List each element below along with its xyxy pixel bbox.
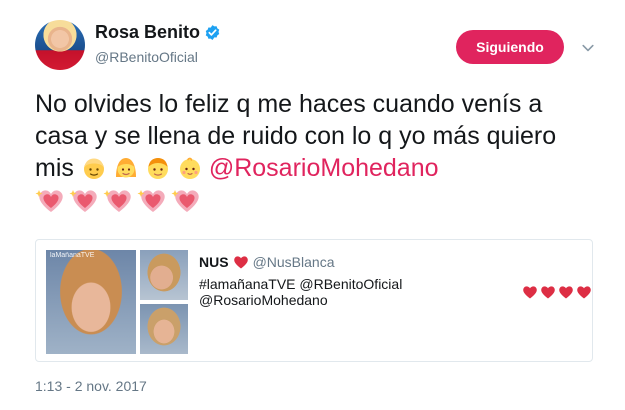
avatar[interactable] [35, 20, 85, 70]
author-handle[interactable]: @RBenitoOficial [95, 49, 198, 65]
baby-emoji [177, 155, 203, 181]
tweet-timestamp[interactable]: 1:13 - 2 nov. 2017 [35, 378, 147, 394]
red-heart-emoji [523, 286, 537, 299]
red-heart-emoji [559, 286, 573, 299]
sparkling-heart-emoji [171, 186, 203, 214]
photo-thumbnail[interactable] [140, 304, 188, 354]
tweet-card: Rosa Benito @RBenitoOficial Siguiendo No… [0, 0, 625, 410]
mention-link[interactable]: @RosarioMohedano [209, 154, 439, 182]
photo-watermark: laMañanaTVE [50, 252, 95, 259]
quoted-author-name[interactable]: NUS [199, 254, 229, 270]
blond-woman-emoji [113, 155, 139, 181]
chevron-down-icon[interactable] [578, 38, 598, 58]
sparkling-heart-emoji [35, 186, 67, 214]
red-heart-emoji [577, 286, 591, 299]
quoted-tweet-header: NUS @NusBlanca [199, 254, 334, 270]
red-heart-emoji [233, 255, 249, 269]
tweet-text: No olvides lo feliz q me haces cuando ve… [35, 88, 595, 214]
red-heart-emoji [541, 286, 555, 299]
quoted-tweet-body: #lamañanaTVE @RBenitoOficial @RosarioMoh… [199, 276, 403, 308]
author-name[interactable]: Rosa Benito [95, 22, 200, 43]
quoted-hearts-row [522, 285, 592, 299]
verified-badge-icon [204, 24, 221, 41]
following-button[interactable]: Siguiendo [456, 30, 564, 64]
author-name-row: Rosa Benito [95, 22, 221, 43]
quoted-tweet-media[interactable]: laMañanaTVE [46, 250, 188, 354]
quoted-tweet-text: #lamañanaTVE @RBenitoOficial @RosarioMoh… [199, 276, 592, 308]
sparkling-hearts-row [35, 186, 595, 214]
photo-thumbnail[interactable] [140, 250, 188, 300]
quoted-author-handle[interactable]: @NusBlanca [253, 254, 335, 270]
sparkling-heart-emoji [137, 186, 169, 214]
photo-thumbnail[interactable]: laMañanaTVE [46, 250, 136, 354]
quoted-tweet[interactable]: laMañanaTVE NUS @NusBlanca #lamañanaTVE … [35, 239, 593, 362]
blond-boy-emoji [81, 155, 107, 181]
boy-emoji [145, 155, 171, 181]
sparkling-heart-emoji [69, 186, 101, 214]
sparkling-heart-emoji [103, 186, 135, 214]
